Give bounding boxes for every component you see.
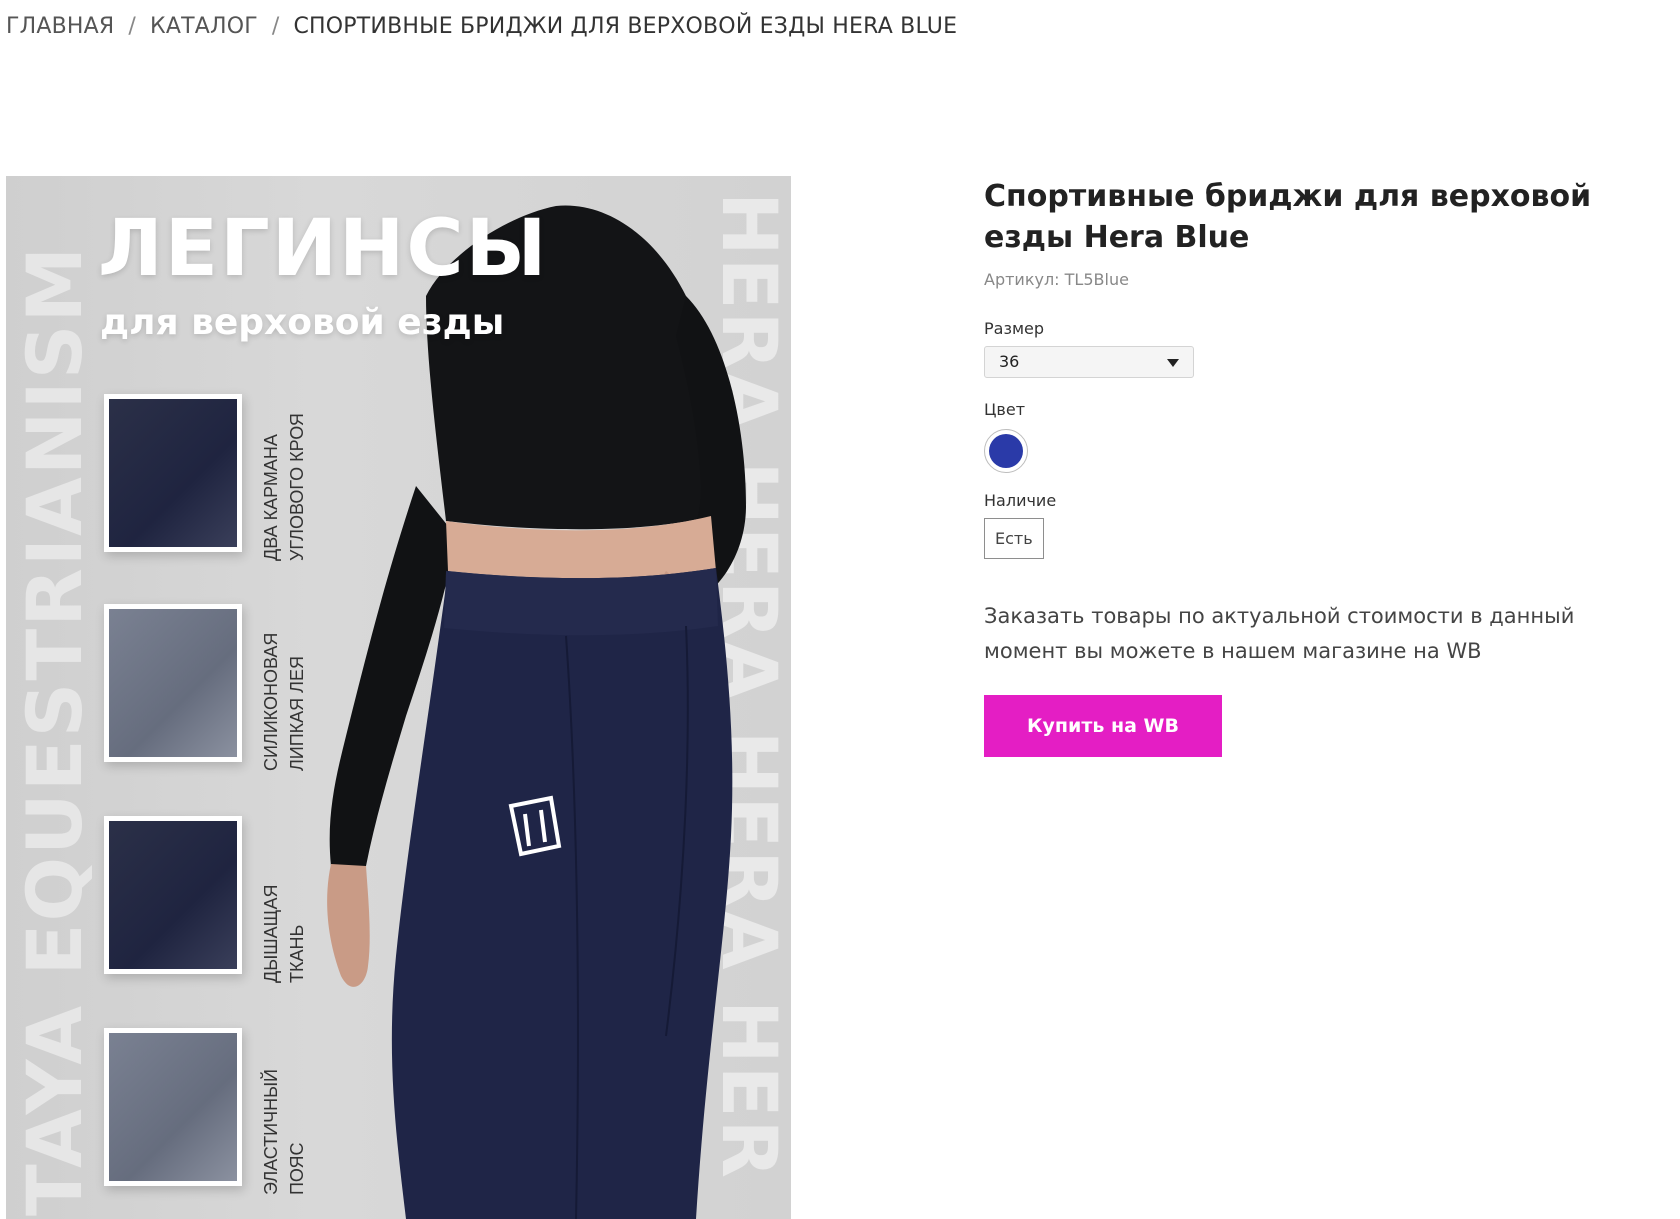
product-title: Спортивные бриджи для верховой езды Hera… (984, 179, 1592, 255)
stock-status-badge: Есть (984, 518, 1044, 559)
breadcrumb: ГЛАВНАЯ / КАТАЛОГ / СПОРТИВНЫЕ БРИДЖИ ДЛЯ ВЕ… (6, 14, 957, 39)
breadcrumb-separator: / (271, 14, 280, 39)
color-swatch-option[interactable] (984, 429, 1028, 473)
feature-label-waistband: ЭЛАСТИЧНЫЙ ПОЯС (261, 1069, 307, 1195)
breadcrumb-current: СПОРТИВНЫЕ БРИДЖИ ДЛЯ ВЕРХОВОЙ ЕЗДЫ HERA… (293, 14, 958, 39)
hero-title: ЛЕГИНСЫ (98, 204, 549, 294)
order-info-text: Заказать товары по актуальной стоимости … (984, 604, 1575, 663)
stock-label: Наличие (984, 491, 1057, 510)
buy-on-wb-button[interactable]: Купить на WB (984, 695, 1222, 757)
size-label: Размер (984, 319, 1045, 338)
feature-label-fabric: ДЫШАЩАЯ ТКАНЬ (261, 884, 307, 983)
product-info: Спортивные бриджи для верховой езды Hera… (984, 176, 1624, 757)
product-image[interactable]: TAYA EQUESTRIANISM HERA HERA HERA HER ЛЕ… (6, 176, 791, 1219)
breadcrumb-catalog-link[interactable]: КАТАЛОГ (150, 14, 258, 39)
size-select-value: 36 (999, 352, 1020, 371)
color-label: Цвет (984, 400, 1026, 419)
breadcrumb-home-link[interactable]: ГЛАВНАЯ (6, 14, 114, 39)
size-select[interactable]: 36 (984, 346, 1194, 378)
color-swatch-blue (989, 434, 1023, 468)
chevron-down-icon (1167, 359, 1179, 367)
feature-thumb-silicone (104, 604, 242, 762)
feature-label-silicone: СИЛИКОНОВАЯ ЛИПКАЯ ЛЕЯ (261, 632, 307, 771)
product-sku: Артикул: TL5Blue (984, 270, 1129, 289)
hero-subtitle: для верховой езды (100, 302, 505, 343)
feature-thumb-pockets (104, 394, 242, 552)
breadcrumb-separator: / (128, 14, 137, 39)
feature-thumb-fabric (104, 816, 242, 974)
feature-thumb-waistband (104, 1028, 242, 1186)
brand-watermark-left: TAYA EQUESTRIANISM (10, 244, 99, 1216)
feature-label-pockets: ДВА КАРМАНА УГЛОВОГО КРОЯ (261, 413, 307, 561)
